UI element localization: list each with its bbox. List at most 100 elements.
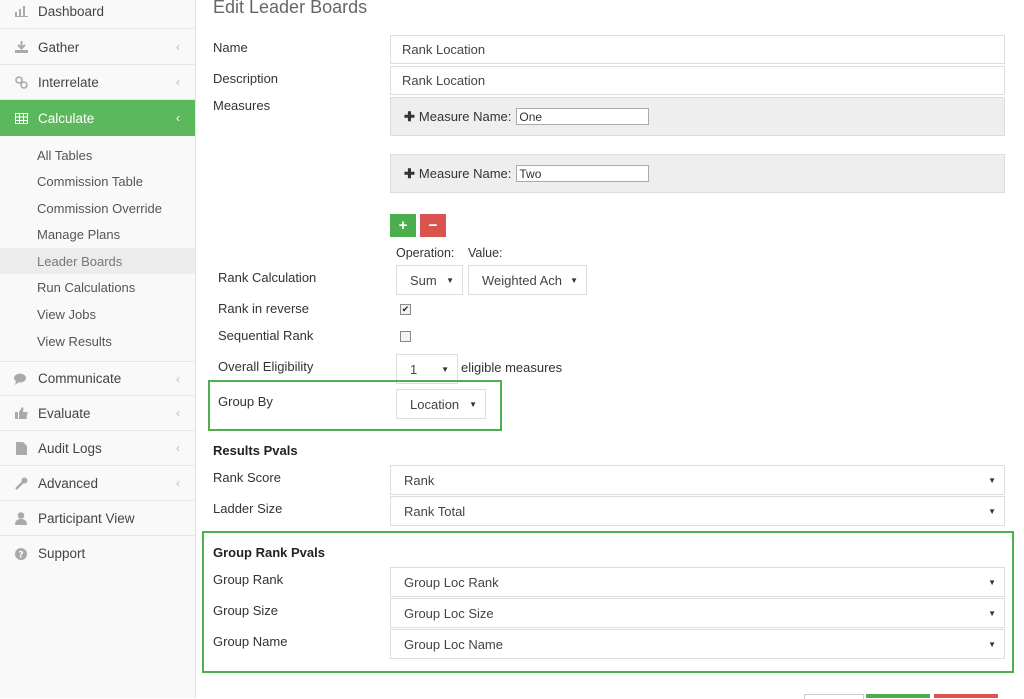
group-rank-select[interactable]: Group Loc Rank ▼ [390,567,1005,597]
rank-score-label: Rank Score [213,470,281,485]
sequential-rank-checkbox[interactable] [400,331,411,342]
file-icon [14,441,28,455]
rank-reverse-label: Rank in reverse [218,301,310,316]
results-pvals-heading: Results Pvals [213,443,298,458]
chevron-left-icon: ‹ [176,111,180,125]
group-rank-value: Group Loc Rank [404,574,499,590]
eligibility-suffix: eligible measures [461,360,563,375]
bar-chart-icon [14,5,28,17]
nav-participant-view[interactable]: Participant View [0,501,195,536]
chevron-left-icon: ‹ [176,406,180,420]
plus-icon[interactable]: ✚ [404,166,415,182]
nav-audit-logs[interactable]: Audit Logs ‹ [0,431,195,466]
sub-commission-override[interactable]: Commission Override [0,195,195,221]
overall-eligibility-label: Overall Eligibility [218,359,314,374]
eligibility-value: 1 [410,361,418,377]
chevron-left-icon: ‹ [176,40,180,54]
rank-calculation-label: Rank Calculation [218,270,317,285]
ladder-size-label: Ladder Size [213,501,283,516]
group-name-value: Group Loc Name [404,636,503,652]
nav-evaluate-label: Evaluate [38,405,91,421]
ladder-size-select[interactable]: Rank Total ▼ [390,496,1005,526]
nav-advanced-label: Advanced [38,475,99,491]
main-content: Edit Leader Boards Name Rank Location De… [196,0,1024,699]
nav-dashboard-label: Dashboard [38,3,105,19]
measure-name-input-1[interactable]: One [516,108,650,125]
sub-run-calculations[interactable]: Run Calculations [0,274,195,300]
nav-communicate-label: Communicate [38,371,122,386]
measure-name-label: Measure Name: [418,166,512,181]
group-size-select[interactable]: Group Loc Size ▼ [390,598,1005,628]
sub-commission-table[interactable]: Commission Table [0,168,195,194]
group-name-select[interactable]: Group Loc Name ▼ [390,629,1005,659]
value-label: Value: [468,246,503,260]
operation-select[interactable]: Sum ▼ [396,265,463,295]
thumbs-up-icon [14,407,28,419]
nav-audit-logs-label: Audit Logs [38,440,102,456]
caret-down-icon: ▼ [988,577,996,587]
sub-leader-boards[interactable]: Leader Boards [0,248,195,274]
sub-all-tables[interactable]: All Tables [0,142,195,168]
delete-button[interactable] [934,694,998,698]
operation-label: Operation: [396,246,455,260]
ladder-size-value: Rank Total [404,503,466,519]
measure-name-input-2[interactable]: Two [516,165,650,182]
save-button[interactable] [866,694,930,698]
measure-row-1: ✚ Measure Name: One [404,108,650,125]
cancel-button[interactable] [804,694,864,699]
caret-down-icon: ▼ [441,364,449,374]
sequential-rank-label: Sequential Rank [218,328,314,343]
sub-view-jobs[interactable]: View Jobs [0,301,195,327]
measure-row-2: ✚ Measure Name: Two [404,165,650,182]
description-label: Description [213,71,279,86]
group-size-value: Group Loc Size [404,605,494,621]
link-icon [14,75,28,89]
name-field[interactable]: Rank Location [390,35,1005,64]
nav-support-label: Support [38,546,86,561]
measure-name-label: Measure Name: [418,109,512,124]
svg-text:?: ? [18,550,23,560]
group-by-label: Group By [218,394,273,409]
nav-calculate-label: Calculate [38,110,95,126]
rank-score-value: Rank [404,472,435,488]
caret-down-icon: ▼ [988,506,996,516]
value-value: Weighted Ach [482,272,562,288]
nav-gather[interactable]: Gather ‹ [0,30,195,65]
table-icon [14,112,28,124]
wrench-icon [14,477,28,490]
plus-icon[interactable]: ✚ [404,109,415,125]
rank-score-select[interactable]: Rank ▼ [390,465,1005,495]
nav-support[interactable]: ? Support [0,536,195,571]
description-field[interactable]: Rank Location [390,66,1005,95]
nav-communicate[interactable]: Communicate ‹ [0,361,195,396]
nav-gather-label: Gather [38,39,80,55]
page-title: Edit Leader Boards [213,0,368,17]
nav-interrelate-label: Interrelate [38,74,99,90]
value-select[interactable]: Weighted Ach ▼ [468,265,587,295]
nav-advanced[interactable]: Advanced ‹ [0,466,195,501]
chevron-left-icon: ‹ [176,476,180,490]
caret-down-icon: ▼ [446,275,454,285]
add-measure-button[interactable]: + [390,214,416,237]
rank-reverse-checkbox[interactable]: ✔ [400,304,411,315]
nav-dashboard[interactable]: Dashboard [0,0,195,29]
group-by-select[interactable]: Location ▼ [396,389,486,419]
sub-view-results[interactable]: View Results [0,328,195,354]
nav-participant-view-label: Participant View [38,510,135,526]
nav-evaluate[interactable]: Evaluate ‹ [0,396,195,431]
group-rank-pvals-heading: Group Rank Pvals [213,545,325,560]
chevron-left-icon: ‹ [176,371,180,386]
group-rank-label: Group Rank [213,572,284,587]
caret-down-icon: ▼ [988,608,996,618]
operation-value: Sum [410,272,437,288]
sidebar: Dashboard Gather ‹ Interrelate ‹ Calcula… [0,0,196,698]
nav-calculate[interactable]: Calculate ‹ [0,100,195,136]
measures-label: Measures [213,98,271,113]
nav-interrelate[interactable]: Interrelate ‹ [0,65,195,100]
sub-manage-plans[interactable]: Manage Plans [0,221,195,247]
remove-measure-button[interactable]: − [420,214,446,237]
measure-panel-2: ✚ Measure Name: Two [390,154,1005,193]
caret-down-icon: ▼ [469,399,477,409]
caret-down-icon: ▼ [570,275,578,285]
chevron-left-icon: ‹ [176,441,180,455]
